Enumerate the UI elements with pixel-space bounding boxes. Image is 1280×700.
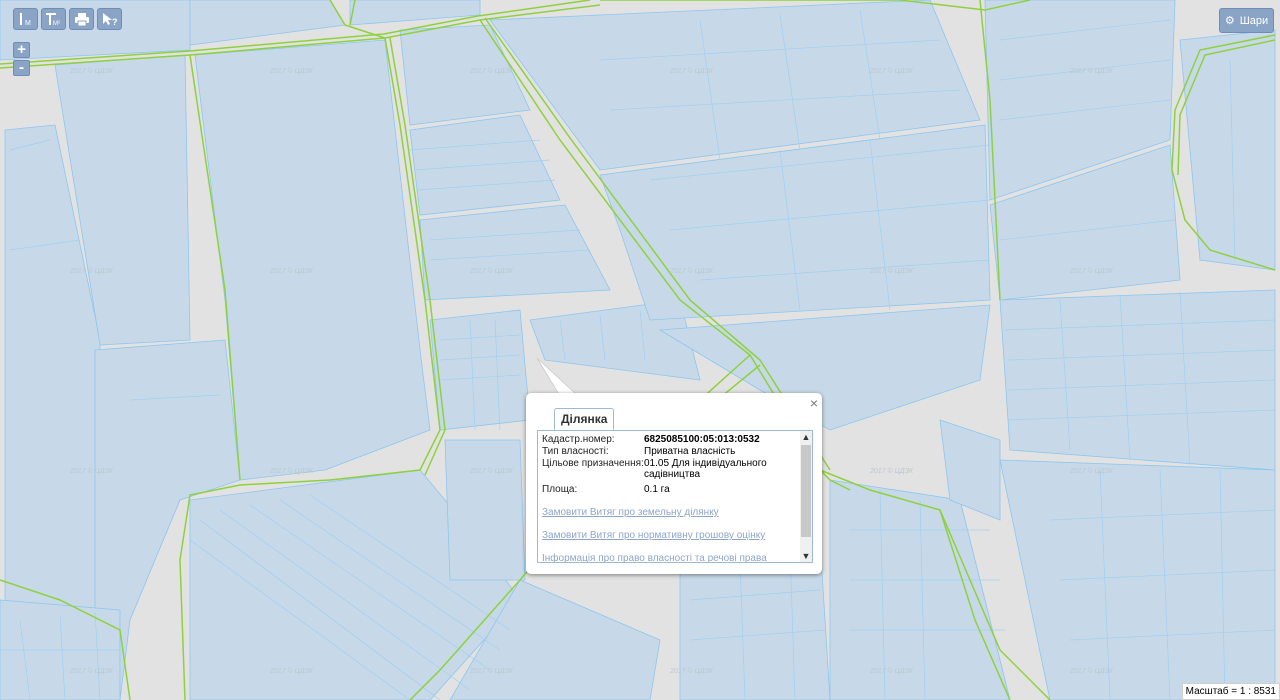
area-ruler-icon: M² (45, 13, 60, 27)
field-cadastral-number: Кадастр.номер: 6825085100:05:013:0532 (542, 434, 796, 445)
watermark-text: 2017 © ЦДЗК (69, 267, 114, 275)
order-extract-valuation-link[interactable]: Замовити Витяг про нормативну грошову оц… (542, 530, 796, 541)
watermark-text: 2017 © ЦДЗК (469, 67, 514, 75)
map-scale-indicator: Масштаб = 1 : 8531 (1181, 683, 1280, 700)
watermark-text: 2017 © ЦДЗК (469, 667, 514, 675)
scrollbar-thumb[interactable] (801, 445, 811, 537)
measure-line-button[interactable]: M (13, 8, 38, 30)
watermark-text: 2017 © ЦДЗК (869, 267, 914, 275)
identify-button[interactable]: ? (97, 8, 122, 30)
popup-scrollbar[interactable]: ▲ ▼ (800, 431, 812, 562)
watermark-text: 2017 © ЦДЗК (69, 467, 114, 475)
watermark-text: 2017 © ЦДЗК (469, 467, 514, 475)
field-purpose: Цільове призначення: 01.05 Для індивідуа… (542, 458, 796, 480)
popup-scroll-area[interactable]: Кадастр.номер: 6825085100:05:013:0532 Ти… (538, 431, 800, 562)
tab-parcel[interactable]: Ділянка (554, 408, 615, 430)
watermark-text: 2017 © ЦДЗК (469, 267, 514, 275)
watermark-text: 2017 © ЦДЗК (269, 267, 314, 275)
watermark-text: 2017 © ЦДЗК (269, 667, 314, 675)
layers-button-label: Шари (1239, 14, 1269, 27)
svg-text:M: M (25, 20, 31, 27)
order-extract-parcel-link[interactable]: Замовити Витяг про земельну ділянку (542, 507, 796, 518)
watermark-text: 2017 © ЦДЗК (269, 67, 314, 75)
popup-content: Кадастр.номер: 6825085100:05:013:0532 Ти… (537, 430, 813, 563)
watermark-text: 2017 © ЦДЗК (869, 667, 914, 675)
watermark-text: 2017 © ЦДЗК (869, 467, 914, 475)
watermark-text: 2017 © ЦДЗК (269, 467, 314, 475)
ownership-rights-info-link[interactable]: Інформація про право власності та речові… (542, 553, 796, 562)
parcel-info-popup: × Ділянка Кадастр.номер: 6825085100:05:0… (526, 393, 822, 574)
printer-icon (74, 12, 89, 26)
watermark-text: 2017 © ЦДЗК (869, 67, 914, 75)
watermark-text: 2017 © ЦДЗК (669, 267, 714, 275)
svg-text:M²: M² (53, 21, 60, 27)
close-icon[interactable]: × (810, 396, 818, 410)
field-ownership-type: Тип власності: Приватна власність (542, 446, 796, 457)
zoom-out-button[interactable]: - (13, 60, 30, 76)
field-label: Площа: (542, 484, 578, 495)
watermark-text: 2017 © ЦДЗК (1069, 67, 1114, 75)
watermark-text: 2017 © ЦДЗК (669, 667, 714, 675)
layers-button[interactable]: ⚙ Шари (1219, 8, 1274, 33)
field-area: Площа: 0.1 га (542, 484, 796, 495)
zoom-in-button[interactable]: + (13, 42, 30, 58)
watermark-text: 2017 © ЦДЗК (1069, 267, 1114, 275)
cadastral-number-value: 6825085100:05:013:0532 (644, 434, 760, 445)
cadastral-map[interactable]: 2017 © ЦДЗК 2017 © ЦДЗК 2017 © ЦДЗК 2017… (0, 0, 1280, 700)
watermark-text: 2017 © ЦДЗК (69, 667, 114, 675)
zoom-control: + - (13, 42, 30, 76)
field-label: Тип власності: (542, 446, 609, 457)
scroll-down-icon[interactable]: ▼ (800, 550, 812, 562)
map-toolbar: M M² ? (13, 8, 122, 30)
watermark-text: 2017 © ЦДЗК (69, 67, 114, 75)
watermark-text: 2017 © ЦДЗК (1069, 667, 1114, 675)
area-value: 0.1 га (644, 484, 670, 495)
print-button[interactable] (69, 8, 94, 30)
ownership-type-value: Приватна власність (644, 446, 736, 457)
field-label: Цільове призначення: (542, 458, 644, 469)
purpose-value: 01.05 Для індивідуального садівництва (644, 458, 767, 480)
watermark-text: 2017 © ЦДЗК (669, 67, 714, 75)
watermark-text: 2017 © ЦДЗК (1069, 467, 1114, 475)
ruler-icon: M (19, 13, 31, 27)
svg-text:?: ? (112, 17, 118, 27)
measure-area-button[interactable]: M² (41, 8, 66, 30)
field-label: Кадастр.номер: (542, 434, 615, 445)
scroll-up-icon[interactable]: ▲ (800, 431, 812, 443)
gear-icon: ⚙ (1224, 15, 1235, 27)
pointer-question-icon: ? (102, 13, 118, 27)
